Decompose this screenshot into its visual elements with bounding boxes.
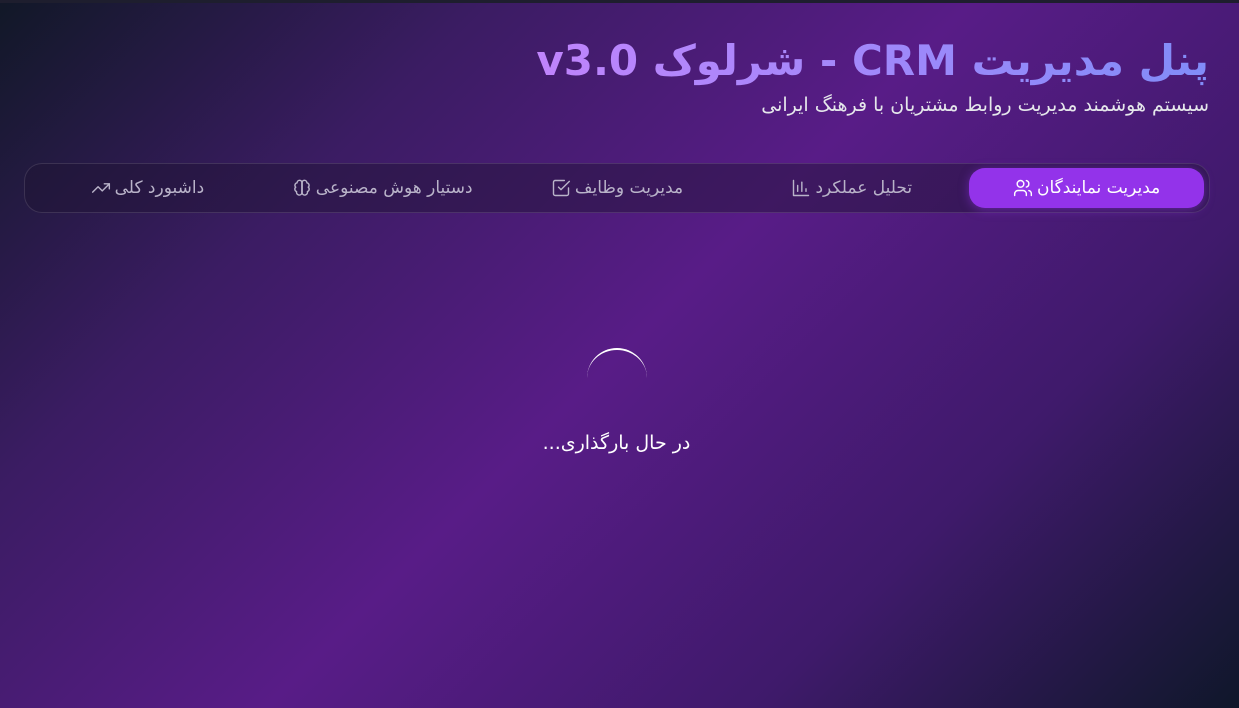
users-icon — [1013, 179, 1033, 197]
check-square-icon — [552, 179, 570, 197]
tab-label: مدیریت نمایندگان — [1036, 178, 1161, 198]
loading-text: در حال بارگذاری... — [542, 432, 691, 454]
tab-agent-management[interactable]: مدیریت نمایندگان — [969, 168, 1204, 208]
page-title: پنل مدیریت CRM - شرلوک v3.0 — [536, 34, 1209, 88]
bar-chart-icon — [793, 179, 810, 197]
loading-spinner — [587, 348, 647, 408]
tab-label: دستیار هوش مصنوعی — [315, 178, 473, 198]
tab-label: داشبورد کلی — [114, 178, 205, 198]
tab-label: تحلیل عملکرد — [815, 178, 913, 198]
trending-up-icon — [91, 183, 110, 193]
page-header: پنل مدیریت CRM - شرلوک v3.0 سیستم هوشمند… — [536, 34, 1209, 116]
brain-icon — [293, 179, 310, 196]
tab-dashboard[interactable]: داشبورد کلی — [30, 168, 265, 208]
tab-bar: داشبورد کلی دستیار هوش مصنوعی مدیریت وظا… — [24, 163, 1210, 213]
tab-performance-analysis[interactable]: تحلیل عملکرد — [734, 168, 969, 208]
tab-task-management[interactable]: مدیریت وظایف — [500, 168, 735, 208]
tab-label: مدیریت وظایف — [574, 178, 684, 198]
tab-ai-assistant[interactable]: دستیار هوش مصنوعی — [265, 168, 500, 208]
page-subtitle: سیستم هوشمند مدیریت روابط مشتریان با فره… — [761, 94, 1209, 116]
window-top-border — [0, 0, 1239, 3]
